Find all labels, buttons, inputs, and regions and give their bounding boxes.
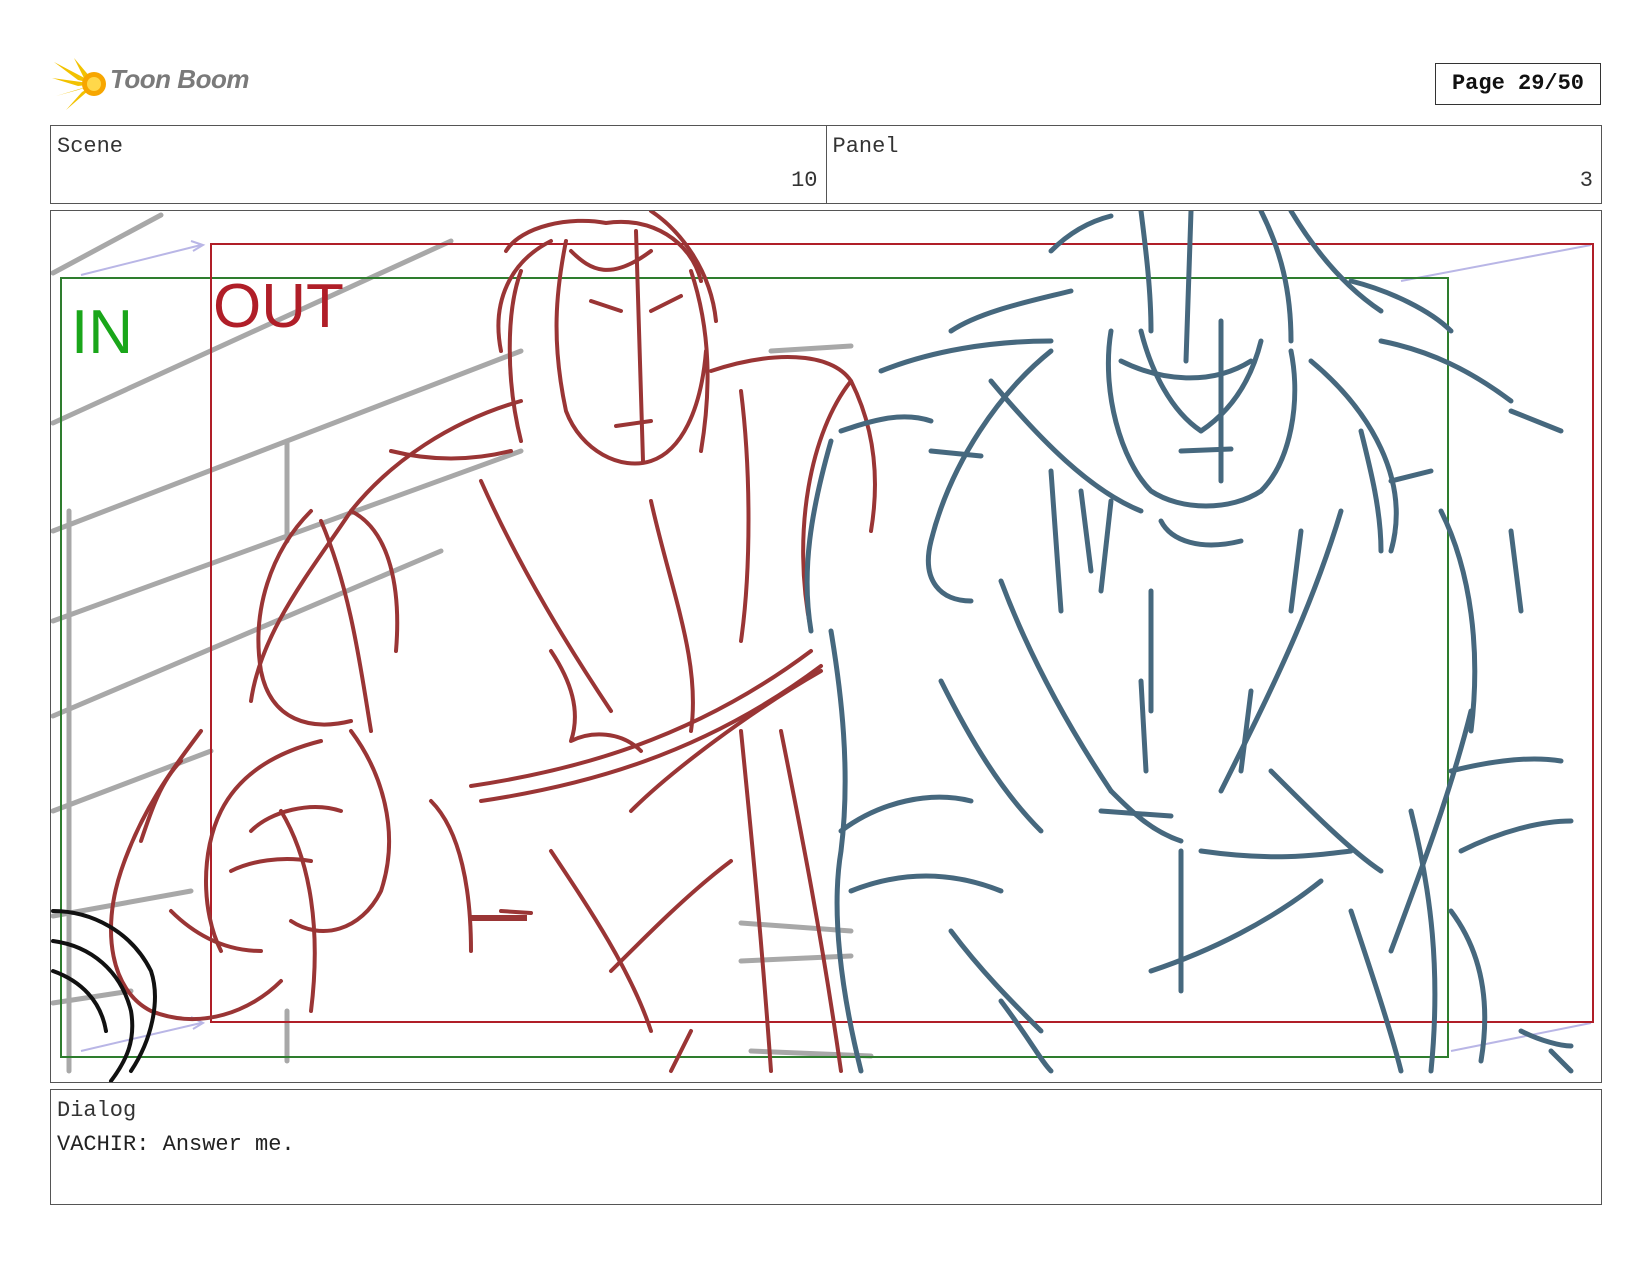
panel-sketch: IN OUT (51, 211, 1594, 1082)
panel-cell: Panel 3 (825, 126, 1602, 203)
panel-number: 3 (1579, 168, 1593, 193)
logo-text: Toon Boom (110, 64, 249, 94)
in-frame-label: IN (71, 298, 133, 367)
page-indicator: Page 29/50 (1435, 63, 1601, 105)
scene-cell: Scene 10 (51, 126, 826, 203)
scene-number: 10 (791, 168, 818, 193)
scene-panel-info: Scene 10 Panel 3 (50, 125, 1602, 204)
left-character-belt-mark (469, 915, 527, 921)
toon-boom-logo: Toon Boom (52, 56, 272, 112)
background-lines (51, 212, 874, 1074)
panel-label: Panel (832, 134, 899, 159)
toon-boom-burst-icon (52, 58, 106, 110)
scene-label: Scene (57, 134, 124, 159)
right-character-sketch (804, 211, 1574, 1074)
dialog-box: Dialog VACHIR: Answer me. (50, 1089, 1602, 1205)
storyboard-panel: IN OUT (50, 210, 1602, 1083)
dialog-label: Dialog (57, 1098, 137, 1123)
out-frame-label: OUT (213, 272, 344, 341)
dialog-text: VACHIR: Answer me. (57, 1132, 295, 1157)
